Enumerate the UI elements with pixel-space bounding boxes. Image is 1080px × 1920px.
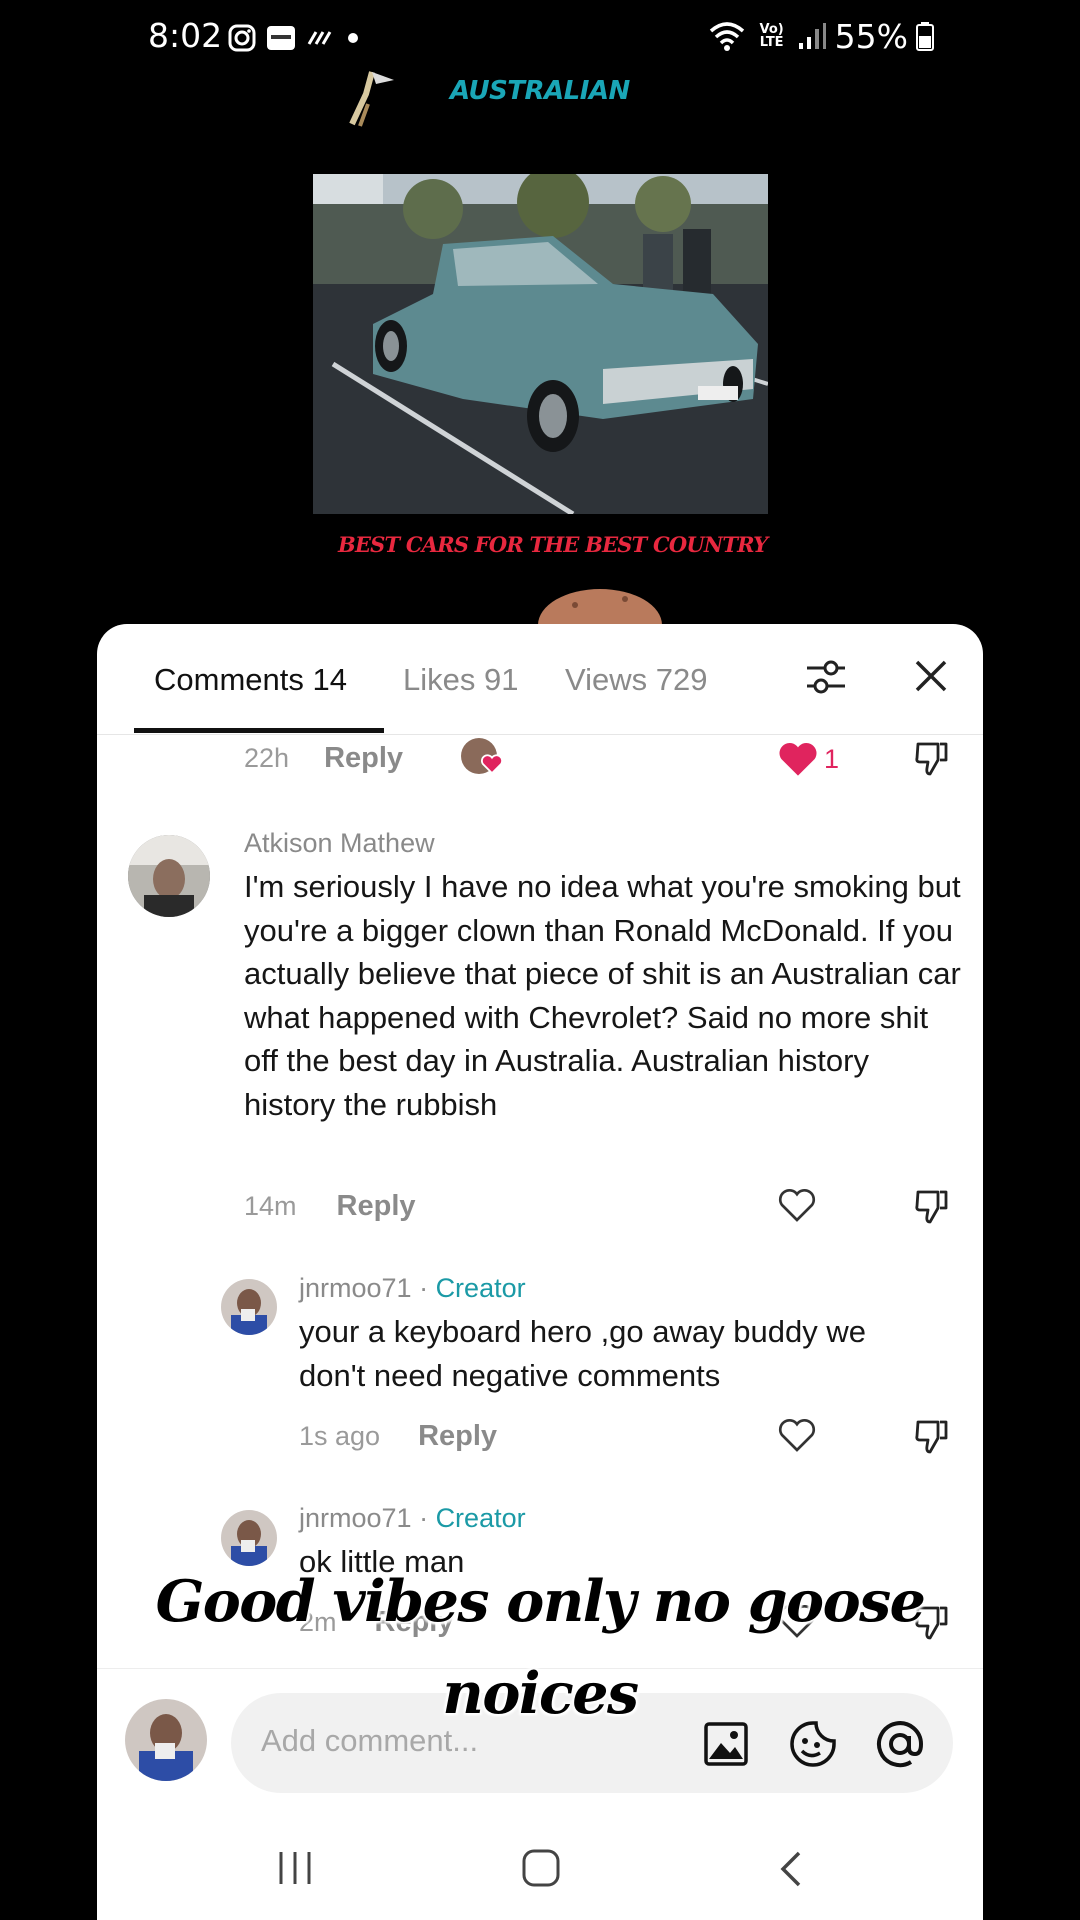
image-icon[interactable] (703, 1721, 749, 1767)
instagram-icon (228, 24, 256, 52)
network-label: Vo) LTE (759, 22, 784, 50)
wave-icon (307, 31, 332, 45)
small-heart-icon (481, 754, 503, 774)
comment-text: I'm seriously I have no idea what you're… (244, 869, 961, 1122)
car-photo (313, 174, 768, 514)
comment-username[interactable]: Atkison Mathew (244, 828, 435, 859)
separator: · (411, 1273, 436, 1303)
close-icon[interactable] (913, 658, 949, 694)
comment-meta-row: 22h Reply (244, 738, 403, 778)
commenter-avatar[interactable] (128, 835, 210, 917)
system-nav-bar (97, 1808, 983, 1920)
news-app-icon (267, 26, 295, 50)
comment-meta-row: 1s ago Reply (299, 1416, 497, 1456)
overlay-caption-line2: noices (442, 1660, 639, 1727)
video-header-text: AUSTRALIAN (450, 76, 630, 106)
signal-icon (798, 23, 826, 49)
recent-apps-icon[interactable] (275, 1850, 315, 1886)
heart-outline-icon[interactable] (777, 1186, 817, 1224)
dot-icon (348, 33, 358, 43)
tab-comments[interactable]: Comments 14 (154, 662, 347, 698)
creator-avatar[interactable] (221, 1510, 277, 1566)
comment-meta-row: 14m Reply (244, 1186, 416, 1226)
kookaburra-icon (349, 71, 394, 127)
heart-outline-icon[interactable] (777, 1416, 817, 1454)
reply-username[interactable]: jnrmoo71 (299, 1503, 412, 1533)
reply-button[interactable]: Reply (418, 1420, 497, 1453)
creator-badge: Creator (435, 1273, 526, 1303)
battery-icon (916, 22, 934, 51)
separator: · (411, 1503, 436, 1533)
tab-likes[interactable]: Likes 91 (403, 662, 518, 698)
notification-icons (228, 20, 360, 56)
active-tab-indicator (134, 728, 384, 733)
home-icon[interactable] (521, 1848, 561, 1888)
tab-views[interactable]: Views 729 (565, 662, 707, 698)
comment-input-placeholder: Add comment... (261, 1723, 479, 1758)
like-count: 1 (824, 744, 840, 774)
dislike-icon[interactable] (912, 1186, 952, 1226)
heart-filled-icon[interactable] (778, 740, 818, 778)
battery-percent: 55% (834, 16, 908, 56)
filter-icon[interactable] (803, 654, 849, 700)
reply-button[interactable]: Reply (324, 742, 403, 775)
reply-username-line: jnrmoo71 · Creator (299, 1503, 526, 1534)
status-time: 8:02 (148, 16, 223, 55)
system-icons: Vo) LTE 55% (707, 16, 934, 56)
reply-text: your a keyboard hero ,go away buddy we d… (299, 1314, 866, 1393)
back-icon[interactable] (777, 1850, 805, 1888)
dislike-icon[interactable] (912, 738, 952, 778)
comment-time: 1s ago (299, 1420, 381, 1451)
dislike-icon[interactable] (912, 1416, 952, 1456)
reply-button[interactable]: Reply (337, 1190, 416, 1223)
mascot-icon (538, 589, 662, 625)
creator-badge: Creator (435, 1503, 526, 1533)
video-caption: BEST CARS FOR THE BEST COUNTRY (338, 532, 768, 557)
overlay-caption-line1: Good vibes only no goose (155, 1568, 926, 1635)
tab-bar: Comments 14 Likes 91 Views 729 (97, 624, 983, 735)
wifi-icon (709, 22, 744, 51)
creator-avatar[interactable] (221, 1279, 277, 1335)
reply-username[interactable]: jnrmoo71 (299, 1273, 412, 1303)
reply-username-line: jnrmoo71 · Creator (299, 1273, 526, 1304)
comment-time: 14m (244, 1190, 297, 1221)
comment-time: 22h (244, 742, 290, 773)
